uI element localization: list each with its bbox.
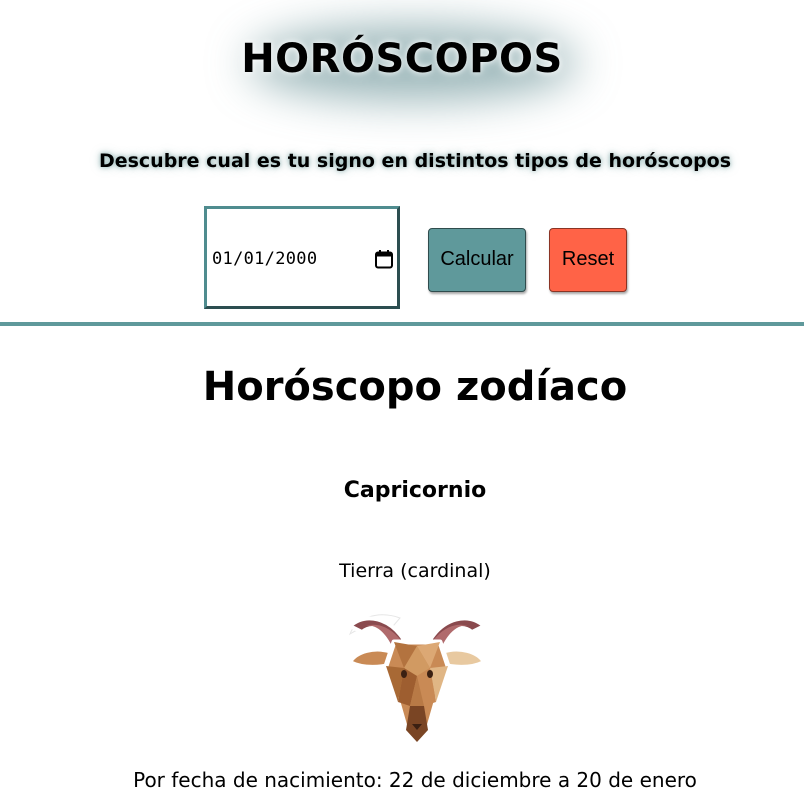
sign-date-range: Por fecha de nacimiento: 22 de diciembre…: [133, 768, 697, 792]
calculate-button[interactable]: Calcular: [428, 228, 526, 292]
sign-name: Capricornio: [343, 478, 487, 503]
birthdate-value[interactable]: 01/01/2000: [212, 249, 317, 269]
capricorn-goat-icon: [348, 614, 486, 745]
birthdate-input[interactable]: 01/01/2000: [204, 206, 400, 309]
page-title: HORÓSCOPOS: [241, 36, 563, 82]
section-title: Horóscopo zodíaco: [202, 364, 628, 410]
page: HORÓSCOPOS Descubre cual es tu signo en …: [0, 0, 804, 804]
page-subtitle: Descubre cual es tu signo en distintos t…: [98, 150, 732, 172]
calendar-icon[interactable]: [374, 249, 394, 269]
sign-element: Tierra (cardinal): [339, 560, 491, 582]
reset-button[interactable]: Reset: [549, 228, 627, 292]
section-divider: [0, 322, 804, 326]
